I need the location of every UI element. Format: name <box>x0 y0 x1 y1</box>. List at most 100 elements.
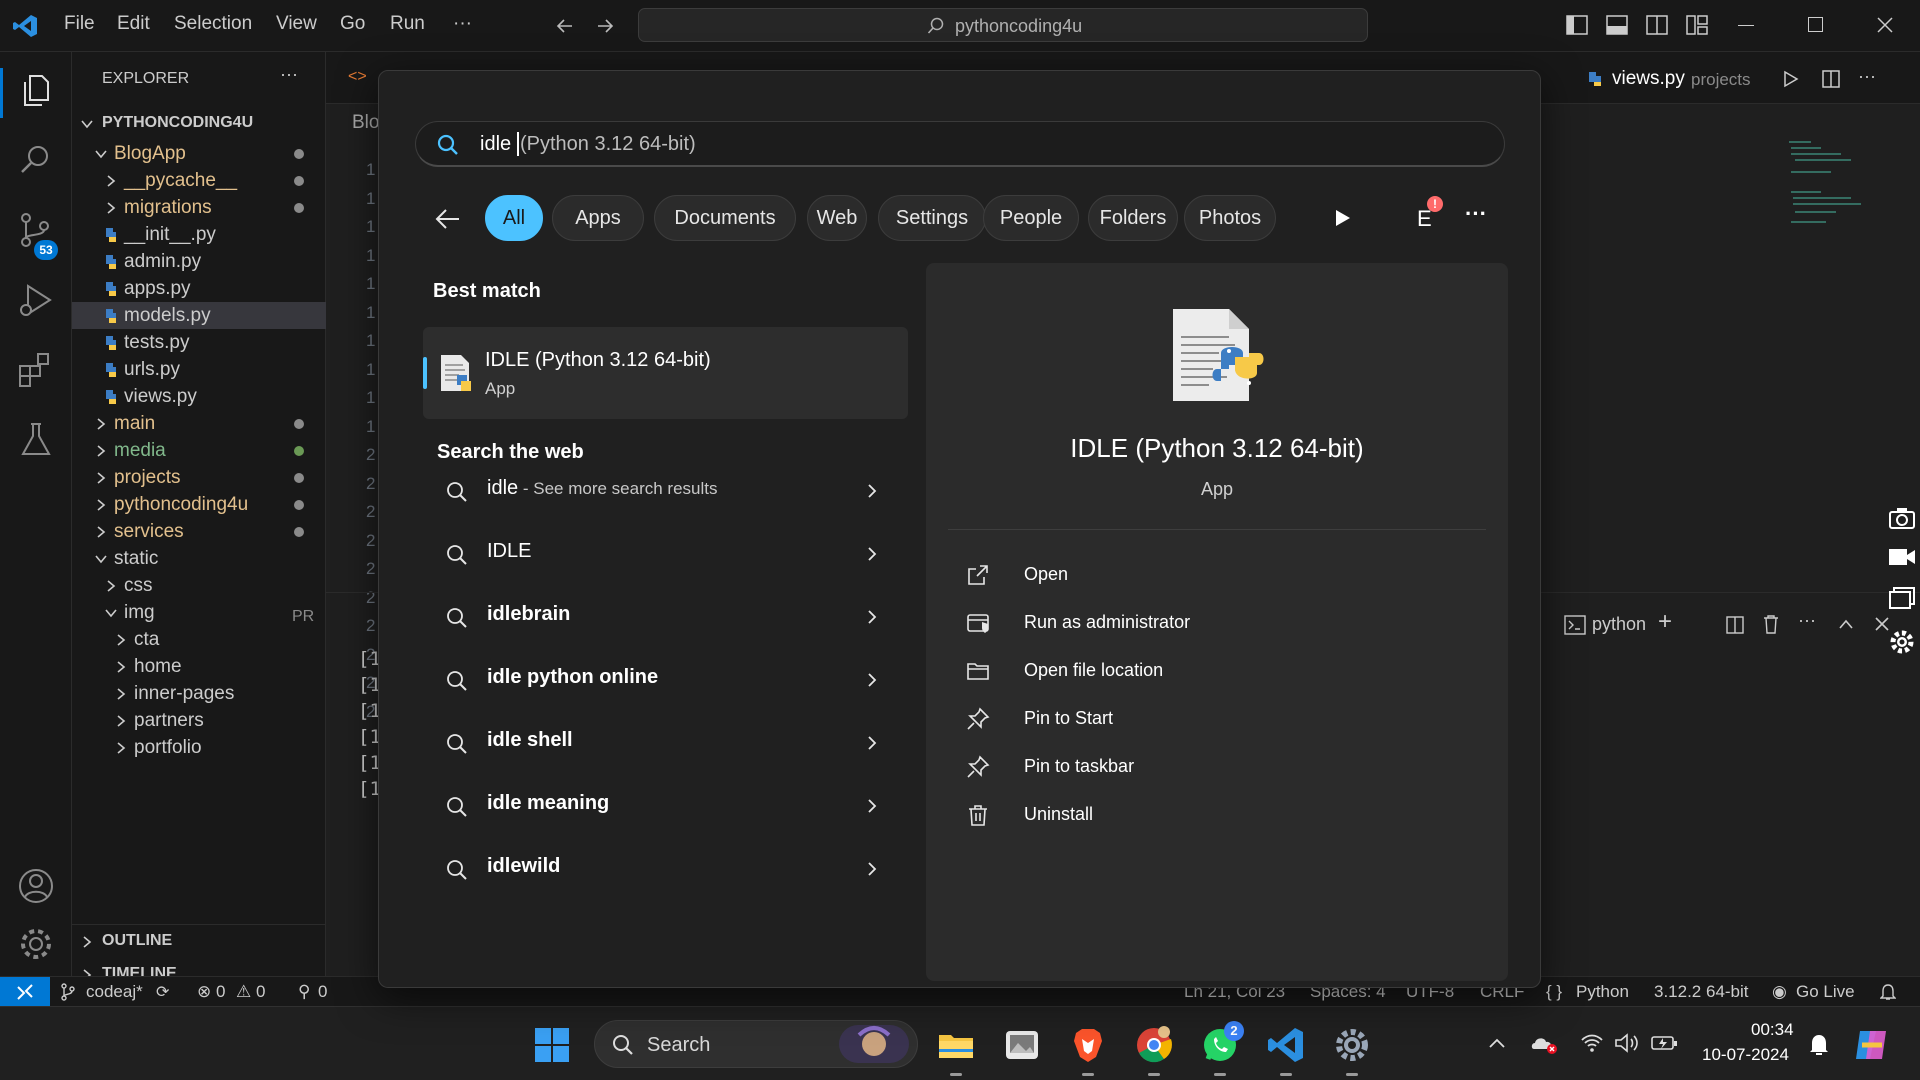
toggle-sidebar-icon[interactable] <box>1566 15 1588 35</box>
screen-window-icon[interactable] <box>1888 586 1916 610</box>
web-result-item[interactable]: idle - See more search results <box>423 463 908 519</box>
back-arrow-icon[interactable] <box>555 16 575 36</box>
web-result-item[interactable]: idlebrain <box>423 589 908 645</box>
ports-icon[interactable]: ⚲ <box>298 982 310 1002</box>
filter-photos[interactable]: Photos <box>1184 195 1276 241</box>
tree-folder[interactable]: static <box>72 545 326 572</box>
tree-folder[interactable]: cta <box>72 626 326 653</box>
errors-icon[interactable]: ⊗ <box>197 982 211 1002</box>
tree-file[interactable]: admin.py <box>72 248 326 275</box>
menu-selection[interactable]: Selection <box>174 13 252 35</box>
best-match-item[interactable]: IDLE (Python 3.12 64-bit) App <box>423 327 908 419</box>
copilot-icon[interactable] <box>1852 1025 1892 1065</box>
web-result-item[interactable]: idle shell <box>423 715 908 771</box>
breadcrumb[interactable]: Blo <box>352 112 379 134</box>
menu-file[interactable]: File <box>64 13 95 35</box>
filter-documents[interactable]: Documents <box>654 195 796 241</box>
editor-more-icon[interactable]: ··· <box>1858 66 1876 87</box>
account-icon[interactable] <box>16 866 56 906</box>
battery-charging-icon[interactable] <box>1650 1034 1678 1052</box>
camera-icon[interactable] <box>1888 506 1916 530</box>
tree-folder[interactable]: home <box>72 653 326 680</box>
split-terminal-icon[interactable] <box>1726 616 1744 634</box>
tree-file[interactable]: models.py <box>72 302 326 329</box>
menu-edit[interactable]: Edit <box>117 13 150 35</box>
brave-browser-icon[interactable] <box>1068 1025 1108 1065</box>
tree-folder[interactable]: pythoncoding4u <box>72 491 326 518</box>
settings-gear-icon[interactable] <box>1888 628 1916 656</box>
go-live-button[interactable]: Go Live <box>1796 982 1855 1002</box>
photos-app-icon[interactable] <box>1002 1025 1042 1065</box>
tree-folder[interactable]: BlogApp <box>72 140 326 167</box>
notification-bell-icon[interactable] <box>1808 1033 1830 1057</box>
action-pin-to-taskbar[interactable]: Pin to taskbar <box>966 747 1366 787</box>
tree-folder[interactable]: migrations <box>72 194 326 221</box>
start-search-input[interactable]: idle (Python 3.12 64-bit) <box>415 121 1505 167</box>
filter-settings[interactable]: Settings <box>878 195 986 241</box>
back-arrow-icon[interactable] <box>435 207 461 231</box>
action-open[interactable]: Open <box>966 555 1366 595</box>
menu-run[interactable]: Run <box>390 13 425 35</box>
chrome-browser-icon[interactable] <box>1134 1025 1174 1065</box>
vscode-taskbar-icon[interactable] <box>1266 1025 1306 1065</box>
tree-file[interactable]: tests.py <box>72 329 326 356</box>
settings-gear-icon[interactable] <box>1332 1025 1372 1065</box>
right-tab-filename[interactable]: views.py <box>1612 68 1685 90</box>
web-result-item[interactable]: idlewild <box>423 841 908 897</box>
tree-folder[interactable]: services <box>72 518 326 545</box>
action-run-as-administrator[interactable]: Run as administrator <box>966 603 1366 643</box>
filter-folders[interactable]: Folders <box>1088 195 1178 241</box>
close-window-icon[interactable] <box>1876 16 1894 34</box>
panel-more-icon[interactable]: ··· <box>1798 610 1816 631</box>
volume-icon[interactable] <box>1614 1033 1640 1053</box>
remote-indicator[interactable] <box>0 977 50 1007</box>
windows-start-icon[interactable] <box>532 1025 572 1065</box>
more-filters-play-icon[interactable] <box>1331 207 1353 229</box>
action-open-file-location[interactable]: Open file location <box>966 651 1366 691</box>
tree-folder[interactable]: portfolio <box>72 734 326 761</box>
manage-gear-icon[interactable] <box>16 924 56 964</box>
forward-arrow-icon[interactable] <box>595 16 615 36</box>
tree-file[interactable]: urls.py <box>72 356 326 383</box>
tree-folder[interactable]: main <box>72 410 326 437</box>
more-options-icon[interactable]: ··· <box>1465 201 1487 227</box>
tree-file[interactable]: views.py <box>72 383 326 410</box>
warning-icon[interactable]: ⚠ <box>236 982 251 1002</box>
git-branch[interactable]: codeaj* <box>86 982 143 1002</box>
filter-all[interactable]: All <box>485 195 543 241</box>
search-icon[interactable] <box>16 140 56 180</box>
filter-apps[interactable]: Apps <box>552 195 644 241</box>
video-camera-icon[interactable] <box>1888 546 1916 568</box>
taskbar-clock-time[interactable]: 00:34 <box>1751 1020 1794 1040</box>
tree-folder[interactable]: __pycache__ <box>72 167 326 194</box>
run-debug-icon[interactable] <box>16 280 56 320</box>
toggle-panel-icon[interactable] <box>1606 15 1628 35</box>
onedrive-error-icon[interactable] <box>1530 1033 1558 1055</box>
notifications-bell-icon[interactable] <box>1880 983 1896 1001</box>
customize-layout-icon[interactable] <box>1686 15 1708 35</box>
tree-folder[interactable]: css <box>72 572 326 599</box>
terminal-name[interactable]: python <box>1592 614 1646 635</box>
web-result-item[interactable]: idle python online <box>423 652 908 708</box>
tree-folder[interactable]: media <box>72 437 326 464</box>
explorer-files-icon[interactable] <box>16 70 56 110</box>
filter-web[interactable]: Web <box>807 195 867 241</box>
kill-terminal-trash-icon[interactable] <box>1762 614 1780 634</box>
command-center[interactable]: pythoncoding4u <box>638 8 1368 42</box>
taskbar-search-box[interactable]: Search <box>594 1020 918 1068</box>
menu-view[interactable]: View <box>276 13 317 35</box>
panel-tab-problems[interactable]: PR <box>292 608 314 626</box>
minimize-window-icon[interactable] <box>1738 25 1754 26</box>
file-explorer-icon[interactable] <box>936 1025 976 1065</box>
tree-folder[interactable]: img <box>72 599 326 626</box>
explorer-more-button[interactable]: ··· <box>280 64 298 85</box>
testing-flask-icon[interactable] <box>16 420 56 460</box>
tray-chevron-up-icon[interactable] <box>1488 1037 1506 1049</box>
sync-icon[interactable]: ⟳ <box>156 982 169 1002</box>
outline-section[interactable]: OUTLINE <box>72 925 326 958</box>
workspace-root[interactable]: PYTHONCODING4U <box>72 107 326 140</box>
menu-more[interactable]: ··· <box>453 13 472 35</box>
restore-window-icon[interactable] <box>1808 17 1823 32</box>
toggle-secondary-sidebar-icon[interactable] <box>1646 15 1668 35</box>
minimap[interactable] <box>1781 132 1866 272</box>
